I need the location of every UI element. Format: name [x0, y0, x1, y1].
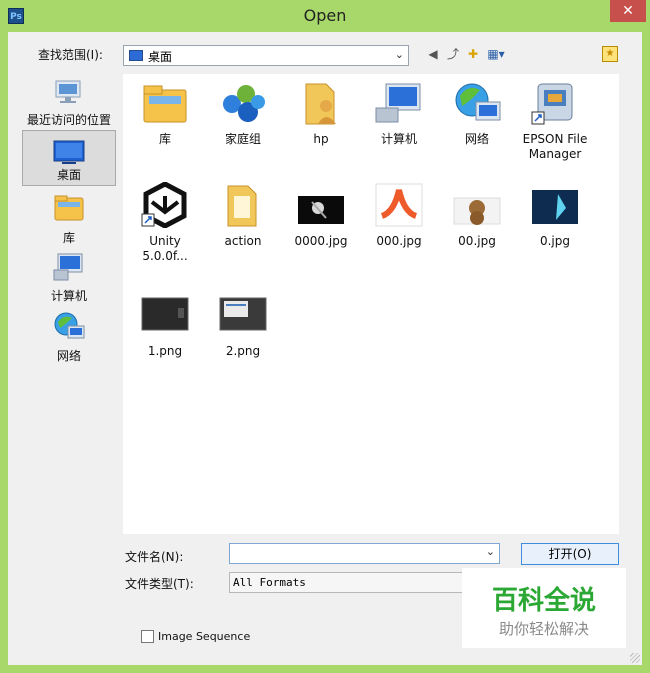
- image-thumb: [219, 297, 267, 331]
- file-name: EPSON File Manager: [522, 132, 588, 161]
- image-thumb: [375, 183, 423, 227]
- place-label: 库: [62, 231, 75, 245]
- open-button[interactable]: 打开(O): [521, 543, 619, 565]
- place-desktop[interactable]: 桌面: [22, 130, 116, 186]
- image-thumb: [453, 197, 501, 225]
- file-name: 2.png: [225, 344, 261, 358]
- view-menu-icon[interactable]: ▦▾: [483, 46, 509, 62]
- network-icon: [455, 83, 501, 121]
- image-sequence-label: Image Sequence: [158, 630, 251, 643]
- list-item[interactable]: 00.jpg: [438, 182, 516, 249]
- place-label: 最近访问的位置: [26, 113, 111, 127]
- network-icon: [54, 312, 85, 339]
- file-name: 00.jpg: [458, 234, 496, 248]
- chevron-down-icon[interactable]: ⌄: [395, 48, 404, 61]
- computer-icon: [375, 83, 421, 123]
- new-folder-icon[interactable]: ✚: [465, 46, 481, 62]
- computer-icon: [53, 253, 83, 281]
- look-in-label: 查找范围(I):: [38, 48, 103, 62]
- watermark-title: 百科全说: [491, 586, 596, 616]
- list-item[interactable]: 库: [126, 80, 204, 147]
- filetype-dropdown[interactable]: All Formats: [229, 572, 500, 593]
- resize-grip[interactable]: [630, 653, 640, 663]
- list-item[interactable]: 2.png: [204, 292, 282, 359]
- filetype-label: 文件类型(T):: [125, 577, 194, 591]
- place-computer[interactable]: 计算机: [22, 250, 116, 306]
- place-library[interactable]: 库: [22, 192, 116, 248]
- place-recent[interactable]: 最近访问的位置: [22, 74, 116, 130]
- library-icon: [54, 195, 84, 221]
- list-item[interactable]: EPSON File Manager: [516, 80, 594, 162]
- list-item[interactable]: 0000.jpg: [282, 182, 360, 249]
- place-network[interactable]: 网络: [22, 310, 116, 366]
- library-icon: [143, 85, 187, 123]
- list-item[interactable]: Unity 5.0.0f...: [126, 181, 204, 264]
- filename-label: 文件名(N):: [125, 550, 184, 564]
- places-bar: 最近访问的位置 桌面 库 计算机 网络: [14, 74, 118, 534]
- place-label: 桌面: [56, 168, 81, 182]
- dialog-title: Open: [303, 6, 347, 25]
- bookmark-folder-icon[interactable]: ★: [602, 46, 618, 62]
- close-button[interactable]: ✕: [610, 0, 646, 22]
- file-name: action: [224, 234, 262, 248]
- title-bar: Ps Open ✕: [0, 0, 650, 32]
- file-name: Unity 5.0.0f...: [142, 234, 188, 263]
- image-sequence-checkbox[interactable]: [141, 630, 154, 643]
- file-name: 000.jpg: [376, 234, 422, 248]
- file-name: hp: [313, 132, 329, 146]
- file-name: 0000.jpg: [294, 234, 348, 248]
- unity-shortcut-icon: [141, 181, 187, 229]
- chevron-down-icon[interactable]: ⌄: [486, 545, 495, 558]
- file-name: 计算机: [380, 132, 417, 146]
- desktop-icon: [53, 140, 85, 164]
- list-item[interactable]: 0.jpg: [516, 182, 594, 249]
- file-list[interactable]: 库 家庭组 hp 计算机 网络 EPSON File Manager Unity…: [123, 74, 619, 534]
- list-item[interactable]: hp: [282, 80, 360, 147]
- list-item[interactable]: action: [204, 182, 282, 249]
- open-dialog: Ps Open ✕ 查找范围(I): 桌面 ⌄ ◀ ⤴ ✚ ▦▾ ★ 最近访问的…: [0, 0, 650, 673]
- file-name: 库: [158, 132, 171, 146]
- epson-shortcut-icon: [531, 83, 573, 125]
- file-name: 0.jpg: [539, 234, 571, 248]
- look-in-value: 桌面: [148, 50, 173, 64]
- file-name: 1.png: [147, 344, 183, 358]
- list-item[interactable]: 计算机: [360, 80, 438, 147]
- watermark: 百科全说 助你轻松解决: [462, 568, 626, 648]
- look-in-dropdown[interactable]: 桌面 ⌄: [123, 45, 409, 66]
- recent-places-icon: [55, 80, 81, 103]
- desktop-icon: [129, 50, 143, 61]
- up-folder-icon[interactable]: ⤴: [445, 46, 461, 62]
- list-item[interactable]: 000.jpg: [360, 182, 438, 249]
- list-item[interactable]: 家庭组: [204, 80, 282, 147]
- list-item[interactable]: 网络: [438, 80, 516, 147]
- image-thumb: [141, 297, 189, 331]
- image-thumb: [532, 190, 578, 224]
- back-icon[interactable]: ◀: [425, 46, 441, 62]
- place-label: 计算机: [50, 289, 87, 303]
- file-name: 网络: [464, 132, 489, 146]
- watermark-subtitle: 助你轻松解决: [498, 620, 589, 638]
- filename-input[interactable]: ⌄: [229, 543, 500, 564]
- list-item[interactable]: 1.png: [126, 292, 204, 359]
- folder-icon: [227, 185, 257, 227]
- image-thumb: [298, 196, 344, 224]
- place-label: 网络: [56, 349, 81, 363]
- user-folder-icon: [305, 83, 336, 125]
- homegroup-icon: [223, 85, 265, 122]
- file-name: 家庭组: [224, 132, 261, 146]
